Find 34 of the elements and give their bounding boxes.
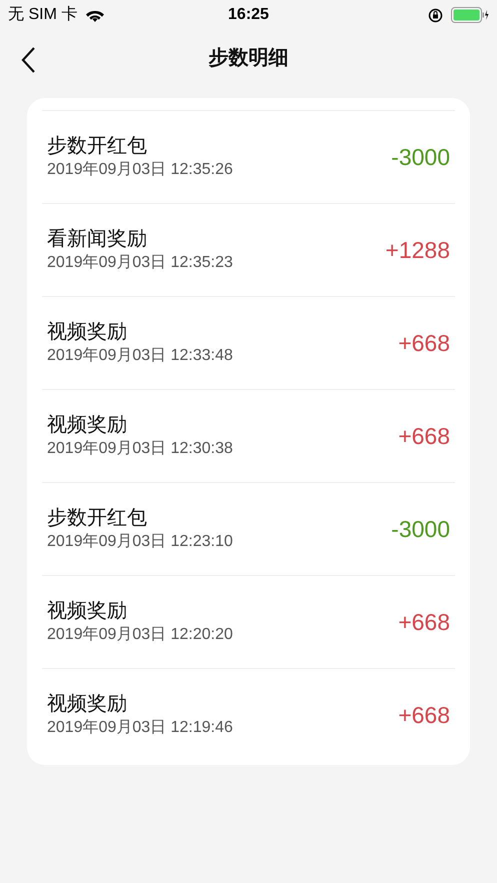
record-time: 2019年09月03日 12:30:38 [47,439,233,459]
record-title: 视频奖励 [47,320,128,345]
record-amount: +1288 [385,236,450,265]
record-row[interactable]: 视频奖励 2019年09月03日 12:19:46 +668 [42,668,455,761]
record-row[interactable]: 步数开红包 2019年09月03日 12:23:10 -3000 [42,482,455,575]
record-amount: -3000 [391,142,450,172]
battery-icon [450,7,489,23]
record-time: 2019年09月03日 12:35:23 [47,253,233,273]
record-time: 2019年09月03日 12:23:10 [47,532,233,552]
record-title: 视频奖励 [47,413,128,438]
chevron-left-icon [20,46,36,74]
record-time: 2019年09月03日 12:35:26 [47,160,233,180]
record-title: 视频奖励 [47,692,128,717]
record-row[interactable]: 步数开红包 2019年09月03日 12:35:26 -3000 [42,110,455,203]
record-amount: +668 [398,328,450,358]
clock-text: 16:25 [228,5,269,25]
record-title: 视频奖励 [47,599,128,624]
record-amount: +668 [398,700,450,730]
record-time: 2019年09月03日 12:20:20 [47,625,233,645]
carrier-text: 无 SIM 卡 [8,4,78,25]
rotation-lock-icon [428,8,443,22]
record-title: 步数开红包 [47,134,148,159]
record-row[interactable]: 视频奖励 2019年09月03日 12:20:20 +668 [42,575,455,668]
record-title: 看新闻奖励 [47,227,148,252]
record-amount: -3000 [391,514,450,544]
record-amount: +668 [398,422,450,451]
record-row[interactable]: 视频奖励 2019年09月03日 12:30:38 +668 [42,389,455,482]
record-row[interactable]: 视频奖励 2019年09月03日 12:33:48 +668 [42,296,455,389]
record-row[interactable]: 看新闻奖励 2019年09月03日 12:35:23 +1288 [42,203,455,296]
record-time: 2019年09月03日 12:33:48 [47,346,233,366]
page-title: 步数明细 [208,46,288,71]
record-title: 步数开红包 [47,506,148,531]
record-time: 2019年09月03日 12:19:46 [47,718,233,738]
record-amount: +668 [398,608,450,637]
